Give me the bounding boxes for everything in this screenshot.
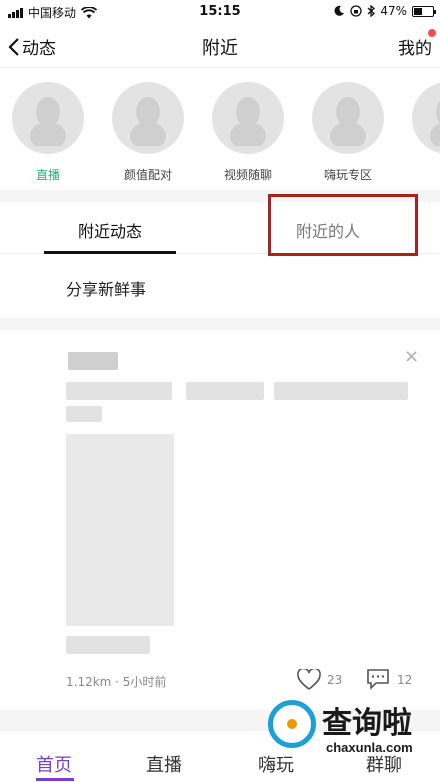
battery-icon	[412, 5, 436, 17]
moon-icon	[334, 5, 345, 16]
watermark-domain: chaxunla.com	[326, 740, 413, 755]
avatar	[112, 82, 184, 154]
shortcut-video-chat[interactable]: 视频随聊	[208, 82, 288, 183]
penguin-avatar-icon	[130, 97, 166, 146]
comment-icon[interactable]	[366, 668, 390, 690]
shortcut-label: 狼	[408, 166, 440, 183]
notification-dot	[428, 29, 436, 37]
status-bar: 中国移动 15:15 47%	[0, 0, 440, 24]
navigation-bar: 动态 附近 我的	[0, 24, 440, 68]
shortcut-werewolf[interactable]: 狼	[408, 82, 440, 183]
tab-active-indicator	[36, 778, 74, 781]
shortcut-face-match[interactable]: 颜值配对	[108, 82, 188, 183]
share-new-post-button[interactable]: 分享新鲜事	[66, 276, 146, 300]
like-count: 23	[327, 673, 343, 687]
magnifier-logo-icon	[268, 700, 316, 748]
blurred-text	[66, 406, 102, 422]
shortcut-label: 颜值配对	[123, 168, 172, 182]
mine-button[interactable]: 我的	[398, 34, 432, 59]
tab-active-indicator	[44, 251, 176, 254]
battery-percent: 47%	[380, 4, 407, 18]
shortcut-label: 直播	[35, 168, 60, 182]
feature-shortcuts: 直播 颜值配对 视频随聊 嗨玩专区 狼	[0, 80, 440, 190]
penguin-avatar-icon	[30, 97, 66, 146]
bluetooth-icon	[367, 5, 376, 17]
penguin-avatar-icon	[330, 97, 366, 146]
rotation-lock-icon	[350, 5, 362, 17]
tab-live[interactable]: 直播	[146, 751, 182, 777]
post-image[interactable]	[66, 434, 174, 626]
penguin-avatar-icon	[430, 100, 440, 146]
avatar	[412, 82, 440, 154]
highlight-box	[268, 194, 418, 256]
shortcut-label: 嗨玩专区	[323, 168, 372, 182]
avatar	[212, 82, 284, 154]
tab-home[interactable]: 首页	[36, 751, 72, 777]
watermark-text: 查询啦	[322, 706, 412, 741]
avatar	[312, 82, 384, 154]
shortcut-label: 视频随聊	[223, 168, 272, 182]
blurred-text	[66, 382, 172, 400]
heart-icon[interactable]	[297, 669, 321, 691]
watermark-logo: 查询啦 chaxunla.com	[268, 696, 436, 766]
close-icon[interactable]: ×	[404, 346, 419, 367]
page-title: 附近	[202, 38, 238, 59]
post-distance-time: 1.12km · 5小时前	[66, 675, 167, 689]
comment-count: 12	[397, 673, 413, 687]
tab-nearby-posts[interactable]: 附近动态	[44, 218, 176, 242]
blurred-text	[186, 382, 264, 400]
blurred-tag	[66, 636, 150, 654]
blurred-username	[68, 352, 118, 370]
penguin-avatar-icon	[230, 97, 266, 146]
shortcut-fun-zone[interactable]: 嗨玩专区	[308, 82, 388, 183]
avatar	[12, 82, 84, 154]
shortcut-live[interactable]: 直播	[8, 82, 88, 183]
post-card: × 1.12km · 5小时前 23 12	[0, 330, 440, 710]
blurred-text	[274, 382, 408, 400]
section-divider	[0, 318, 440, 330]
